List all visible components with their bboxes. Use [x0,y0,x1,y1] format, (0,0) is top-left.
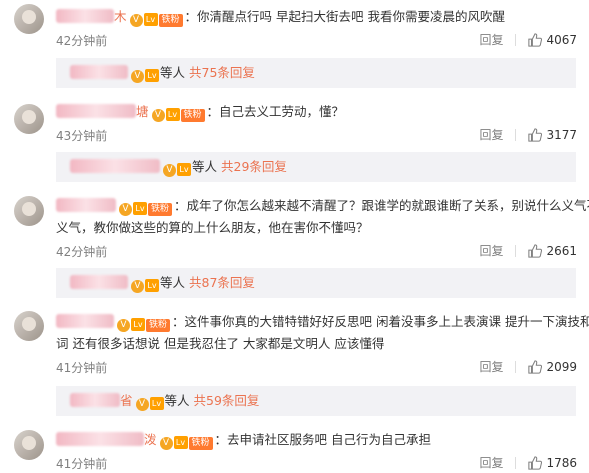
level-badge: Lv [145,69,159,82]
verified-v-icon: V [129,14,143,27]
verified-v-icon: V [163,164,176,177]
verified-v-icon: V [131,280,144,293]
sub-reply-total-link[interactable]: 共59条回复 [194,393,260,408]
sub-reply-users-blurred [70,65,128,79]
sub-reply-summary[interactable]: 省 V Lv 等人 共59条回复 [56,386,576,416]
like-count: 2099 [546,359,577,374]
divider [515,456,517,469]
avatar[interactable] [14,4,44,34]
avatar[interactable] [14,430,44,460]
fan-badge: 铁粉 [180,109,205,122]
timestamp: 41分钟前 [56,361,108,375]
comment-line: 泼 V Lv 铁粉 ：去申请社区服务吧 自己行为自己承担 [56,431,431,450]
comment-actions: 回复 4067 [479,31,577,48]
sub-reply-etal: 等人 [164,393,190,408]
comment-actions: 回复 3177 [479,126,577,143]
like-count: 3177 [546,127,577,142]
fan-badge: 铁粉 [158,14,183,27]
comment-text: ：成年了你怎么越来越不清醒了？跟谁学的就跟谁断了关系，别说什么义气不 [174,198,589,213]
verified-v-icon: V [159,437,173,450]
divider [515,33,517,46]
level-badge: Lv [173,436,188,449]
thumbs-up-icon[interactable] [528,243,543,258]
level-badge: Lv [145,279,159,292]
comment-text-line2: 义气，教你做这些的算的上什么朋友，他在害你不懂吗？ [56,220,369,235]
level-badge: Lv [149,397,164,410]
thumbs-up-icon[interactable] [528,359,543,374]
verified-v-icon: V [131,70,144,83]
verified-v-icon: V [151,109,165,122]
divider [515,128,517,141]
fan-badge: 铁粉 [146,319,171,332]
username-suffix[interactable]: 塘 [136,104,149,119]
timestamp: 43分钟前 [56,129,108,143]
thumbs-up-icon[interactable] [528,455,543,470]
username-blurred[interactable] [56,198,116,212]
sub-reply-summary[interactable]: V Lv 等人 共75条回复 [56,58,576,88]
sub-reply-users-blurred [70,393,120,407]
username-blurred[interactable] [56,9,114,23]
comment-text: ：去申请社区服务吧 自己行为自己承担 [214,432,432,447]
reply-button[interactable]: 回复 [479,31,503,48]
comment-list: 木 V Lv 铁粉 ：你清醒点行吗 早起扫大街去吧 我看你需要凌晨的风吹醒 42分钟前 … [0,0,589,473]
reply-button[interactable]: 回复 [479,242,503,259]
like-count: 2661 [546,243,577,258]
username-blurred[interactable] [56,104,136,118]
comment-text: ：自己去义工劳动，懂？ [206,104,345,119]
verified-v-icon: V [119,203,132,216]
username-blurred[interactable] [56,432,144,446]
avatar[interactable] [14,104,44,134]
sub-reply-total-link[interactable]: 共87条回复 [189,275,255,290]
sub-reply-users-blurred [70,159,160,173]
level-badge: Lv [133,202,147,215]
avatar[interactable] [14,311,44,341]
comment-text: ：这件事你真的大错特错好好反思吧 闲着没事多上上表演课 提升一下演技和台 [172,314,589,329]
username-blurred[interactable] [56,314,114,328]
sub-reply-summary[interactable]: V Lv 等人 共29条回复 [56,152,576,182]
sub-reply-user-suffix[interactable]: 省 [120,393,133,408]
divider [515,360,517,373]
like-count: 4067 [546,32,577,47]
level-badge: Lv [143,13,158,26]
fan-badge: 铁粉 [188,437,213,450]
sub-reply-etal: 等人 [160,65,186,80]
comment-actions: 回复 2099 [479,358,577,375]
level-badge: Lv [131,318,145,331]
reply-button[interactable]: 回复 [479,358,503,375]
divider [515,244,517,257]
username-suffix[interactable]: 泼 [144,432,157,447]
timestamp: 42分钟前 [56,34,108,48]
sub-reply-users-blurred [70,275,128,289]
sub-reply-total-link[interactable]: 共75条回复 [189,65,255,80]
sub-reply-etal: 等人 [192,159,218,174]
timestamp: 42分钟前 [56,245,108,259]
comment-actions: 回复 2661 [479,242,577,259]
comment-actions: 回复 1786 [479,454,577,471]
reply-button[interactable]: 回复 [479,126,503,143]
fan-badge: 铁粉 [148,203,173,216]
thumbs-up-icon[interactable] [528,127,543,142]
username-suffix[interactable]: 木 [114,9,127,24]
comment-text-line2: 词 还有很多话想说 但是我忍住了 大家都是文明人 应该懂得 [56,336,385,351]
comment-line: 木 V Lv 铁粉 ：你清醒点行吗 早起扫大街去吧 我看你需要凌晨的风吹醒 [56,8,505,27]
timestamp: 41分钟前 [56,457,108,471]
verified-v-icon: V [135,398,149,411]
comment-text: ：你清醒点行吗 早起扫大街去吧 我看你需要凌晨的风吹醒 [184,9,505,24]
thumbs-up-icon[interactable] [528,32,543,47]
sub-reply-summary[interactable]: V Lv 等人 共87条回复 [56,268,576,298]
verified-v-icon: V [117,319,130,332]
sub-reply-etal: 等人 [160,275,186,290]
like-count: 1786 [546,455,577,470]
avatar[interactable] [14,196,44,226]
comment-line: 塘 V Lv 铁粉 ：自己去义工劳动，懂？ [56,103,344,122]
level-badge: Lv [177,163,191,176]
comment-line: V Lv 铁粉 ：成年了你怎么越来越不清醒了？跟谁学的就跟谁断了关系，别说什么义气不 [56,197,589,216]
comment-line: V Lv 铁粉 ：这件事你真的大错特错好好反思吧 闲着没事多上上表演课 提升一下演技和… [56,313,589,332]
reply-button[interactable]: 回复 [479,454,503,471]
sub-reply-total-link[interactable]: 共29条回复 [221,159,287,174]
level-badge: Lv [165,108,180,121]
